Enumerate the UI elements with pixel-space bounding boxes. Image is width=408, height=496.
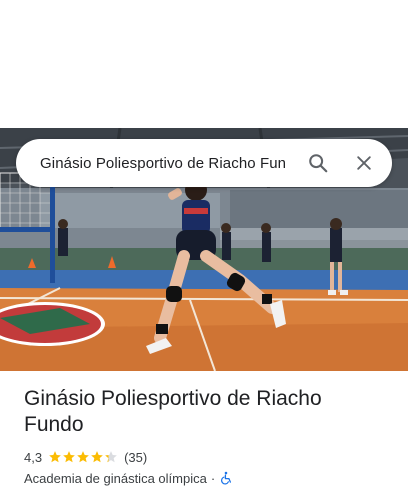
wheelchair-icon — [219, 471, 233, 485]
star-icon — [105, 451, 117, 463]
search-icon[interactable] — [298, 143, 338, 183]
search-bar[interactable]: Ginásio Poliesportivo de Riacho Fun — [16, 139, 392, 187]
place-category: Academia de ginástica olímpica — [24, 470, 207, 486]
rating-row[interactable]: 4,3 (35) — [24, 449, 147, 465]
rating-value: 4,3 — [24, 449, 43, 465]
star-icon — [63, 451, 75, 463]
search-input[interactable]: Ginásio Poliesportivo de Riacho Fun — [40, 155, 294, 172]
place-page: Ginásio Poliesportivo de Riacho Fun Giná… — [0, 0, 408, 496]
star-icon — [91, 451, 103, 463]
star-icon — [49, 451, 61, 463]
review-count[interactable]: (35) — [124, 450, 147, 465]
separator: · — [210, 470, 216, 486]
star-icon — [77, 451, 89, 463]
category-row: Academia de ginástica olímpica · — [24, 470, 233, 486]
close-icon[interactable] — [344, 143, 384, 183]
star-rating — [48, 450, 118, 464]
place-title: Ginásio Poliesportivo de Riacho Fundo — [24, 387, 322, 436]
